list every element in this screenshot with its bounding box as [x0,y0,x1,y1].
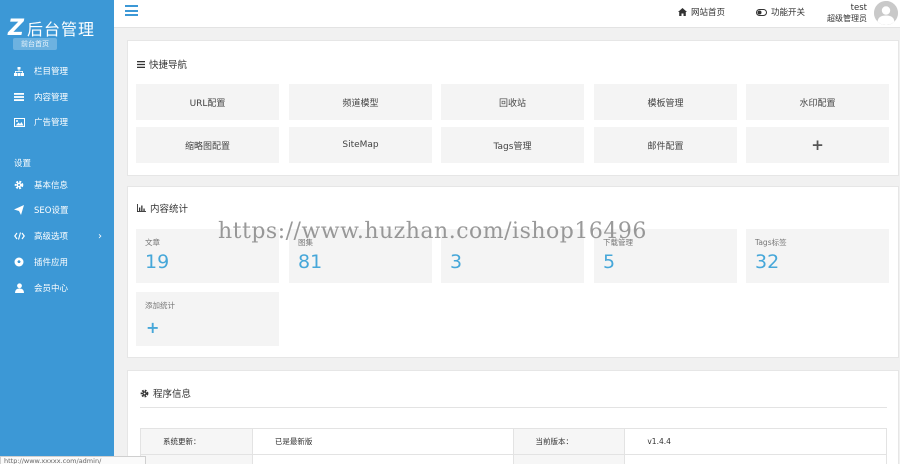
stat-label: 添加统计 [145,301,175,310]
sidebar-item-seo[interactable]: SEO设置 [0,199,114,221]
add-stat-plus-icon: + [146,318,160,337]
tile-url-config[interactable]: URL配置 [136,84,279,120]
stat-value: 32 [755,251,780,273]
stat-value: 5 [603,251,616,273]
tile-thumbnail-config[interactable]: 缩略图配置 [136,127,279,163]
sidebar-item-label: 栏目管理 [34,67,69,77]
tile-sitemap[interactable]: SiteMap [289,127,432,163]
add-stat-card[interactable]: 添加统计 + [136,292,279,346]
soccer-icon [13,257,25,267]
stat-value: 81 [298,251,323,273]
menu-toggle-icon[interactable] [125,5,138,17]
sidebar: Z 后台管理 前台首页 栏目管理 内容管理 广告管理 设置 基本信息 SEO设置 [0,0,114,464]
logo-text: 后台管理 [26,20,95,39]
bars-icon [137,60,145,68]
sidebar-item-content[interactable]: 内容管理 [0,86,114,108]
program-info-title: 程序信息 [140,386,191,400]
add-shortcut-button[interactable]: + [746,127,889,163]
sidebar-item-label: 广告管理 [34,118,69,128]
stat-card-articles[interactable]: 文章 19 [136,229,279,283]
sidebar-item-label: 内容管理 [34,93,69,103]
stat-label: 文章 [145,238,160,247]
table-cell-key [141,455,253,464]
sidebar-item-label: 会员中心 [34,284,69,294]
quick-nav-title: 快捷导航 [137,57,187,71]
table-row: 系统更新： 已是最新版 当前版本： v1.4.4 [141,429,887,455]
sidebar-item-ads[interactable]: 广告管理 [0,111,114,133]
sidebar-item-advanced[interactable]: 高级选项 › [0,225,114,247]
list-icon [13,93,25,101]
stat-card-downloads[interactable]: 下载管理 5 [594,229,737,283]
quick-nav-title-label: 快捷导航 [149,60,188,71]
sidebar-item-label: 高级选项 [34,232,69,242]
tile-template-manage[interactable]: 模板管理 [594,84,737,120]
stat-value: 3 [450,251,463,273]
stat-label: Tags标签 [755,238,787,247]
stat-label: 图集 [298,238,313,247]
stat-card-third[interactable]: 3 [441,229,584,283]
avatar[interactable] [874,1,898,25]
quick-nav-panel: 快捷导航 URL配置 频道模型 回收站 模板管理 水印配置 缩略图配置 Site… [127,40,899,176]
divider [140,407,887,408]
content-stats-title: 内容统计 [137,201,188,215]
sidebar-item-label: 插件应用 [34,258,69,268]
site-home-link[interactable]: 网站首页 [678,6,725,18]
stat-value: 19 [145,251,170,273]
sidebar-item-category[interactable]: 栏目管理 [0,60,114,82]
gear-icon [140,389,149,398]
user-name[interactable]: test [851,3,867,13]
tile-mail-config[interactable]: 邮件配置 [594,127,737,163]
frontend-home-button[interactable]: 前台首页 [13,38,57,50]
table-row [141,455,887,464]
user-icon [13,283,25,293]
logo-mark: Z [8,15,24,41]
function-toggle-label: 功能开关 [771,8,806,18]
user-role: 超级管理员 [827,14,867,23]
logo[interactable]: Z 后台管理 [8,15,95,41]
table-cell-value: 已是最新版 [252,429,514,455]
function-toggle-link[interactable]: 功能开关 [756,6,805,18]
home-icon [678,8,687,16]
image-icon [13,117,25,127]
sidebar-item-member[interactable]: 会员中心 [0,277,114,299]
site-home-label: 网站首页 [691,8,726,18]
program-info-panel: 程序信息 系统更新： 已是最新版 当前版本： v1.4.4 [127,370,899,464]
sidebar-item-label: SEO设置 [34,206,69,216]
content-stats-panel: 内容统计 文章 19 图集 81 3 下载管理 5 Tags标签 32 添加统计… [127,186,899,358]
topbar: 网站首页 功能开关 test 超级管理员 [114,0,900,28]
sidebar-item-label: 基本信息 [34,181,69,191]
content-stats-title-label: 内容统计 [150,204,189,215]
tile-watermark-config[interactable]: 水印配置 [746,84,889,120]
table-cell-key: 当前版本： [513,429,626,455]
table-cell-value [253,455,514,464]
stat-label: 下载管理 [603,238,633,247]
table-cell-value [625,455,887,464]
stat-card-images[interactable]: 图集 81 [289,229,432,283]
sitemap-icon [13,66,25,76]
chevron-right-icon: › [98,230,102,242]
program-info-title-label: 程序信息 [153,389,192,400]
sidebar-item-plugins[interactable]: 插件应用 [0,251,114,273]
sidebar-section-settings: 设置 [14,159,32,169]
table-cell-value: v1.4.4 [625,429,887,455]
toggle-icon [756,8,767,16]
browser-status-bar: http://www.xxxxx.com/admin/ [0,456,146,464]
stat-card-tags[interactable]: Tags标签 32 [746,229,889,283]
bar-chart-icon [137,204,146,212]
table-cell-key [513,455,626,464]
table-cell-key: 系统更新： [141,429,253,455]
tile-recycle-bin[interactable]: 回收站 [441,84,584,120]
program-info-table: 系统更新： 已是最新版 当前版本： v1.4.4 [140,428,887,464]
code-icon [13,232,25,240]
tile-tags-manage[interactable]: Tags管理 [441,127,584,163]
gear-icon [13,180,25,190]
sidebar-item-basic-info[interactable]: 基本信息 [0,174,114,196]
send-icon [13,205,25,215]
tile-channel-model[interactable]: 频道模型 [289,84,432,120]
